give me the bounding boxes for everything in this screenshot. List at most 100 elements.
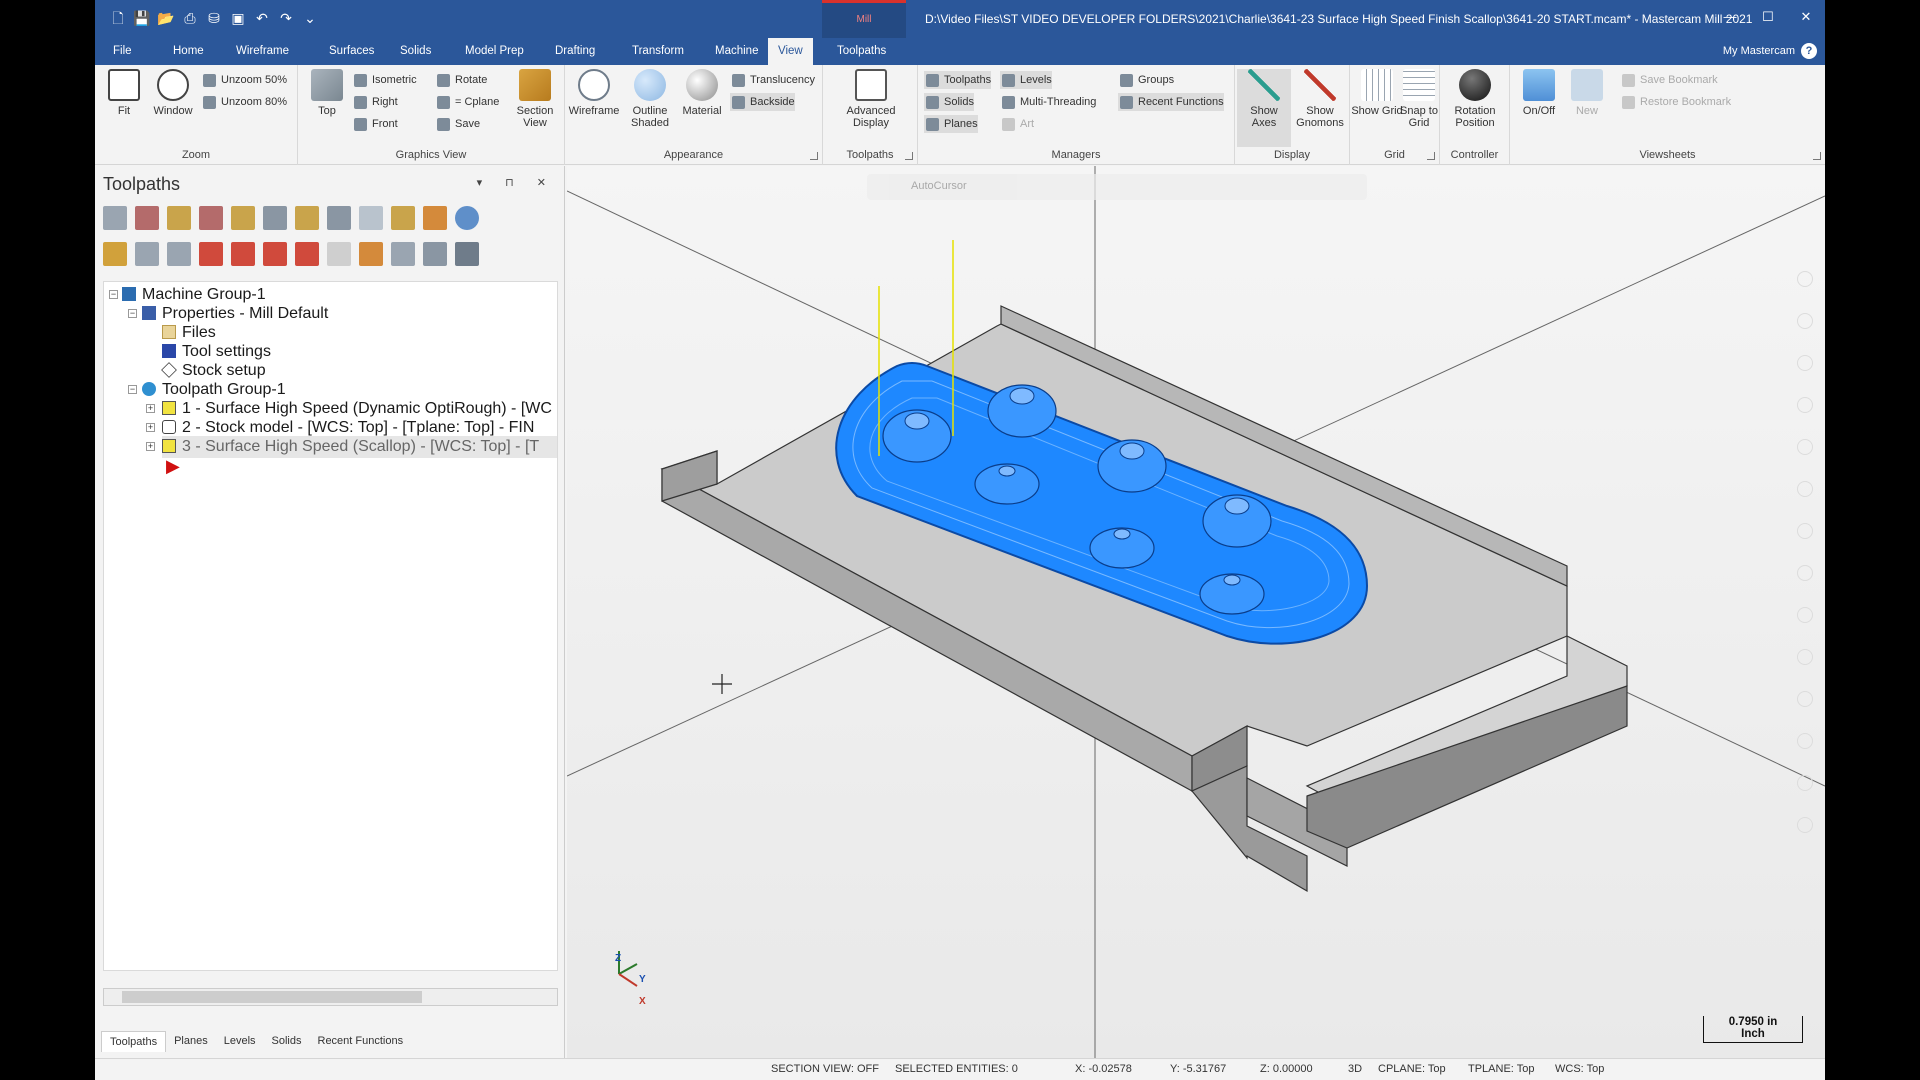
status-wcs[interactable]: WCS: Top — [1555, 1063, 1604, 1075]
select-all-icon[interactable] — [103, 206, 127, 230]
snap-to-grid-button[interactable]: Snap to Grid — [1392, 69, 1446, 129]
graphics-viewport[interactable]: Z Y X AutoCursor 0.7950 in Inch — [567, 166, 1825, 1058]
manager-art-toggle[interactable]: Art — [1000, 115, 1034, 133]
outline-shaded-button[interactable]: Outline Shaded — [623, 69, 677, 129]
merge-icon[interactable]: ▣ — [229, 9, 247, 27]
unzoom-80-button[interactable]: Unzoom 80% — [201, 93, 287, 111]
display-options-icon[interactable] — [391, 242, 415, 266]
status-cplane[interactable]: CPLANE: Top — [1378, 1063, 1446, 1075]
front-view-button[interactable]: Front — [352, 115, 398, 133]
collapse-icon[interactable]: − — [128, 309, 137, 318]
open-icon[interactable]: 📂 — [157, 9, 175, 27]
toolpath-filter-icon[interactable] — [423, 242, 447, 266]
tab-home[interactable]: Home — [163, 38, 214, 65]
tree-node-operation-3[interactable]: 3 - Surface High Speed (Scallop) - [WCS:… — [162, 436, 557, 458]
appearance-launcher-icon[interactable] — [810, 152, 818, 160]
mask-spline-icon[interactable] — [1797, 397, 1813, 413]
move-down-icon[interactable] — [199, 242, 223, 266]
expand-icon[interactable]: + — [146, 404, 155, 413]
collapse-icon[interactable]: − — [128, 385, 137, 394]
tab-machine[interactable]: Machine — [705, 38, 768, 65]
regenerate-icon[interactable] — [167, 206, 191, 230]
tab-view[interactable]: View — [768, 38, 813, 65]
tab-toolpaths[interactable]: Toolpaths — [827, 38, 896, 65]
undo-icon[interactable]: ↶ — [253, 9, 271, 27]
redo-icon[interactable]: ↷ — [277, 9, 295, 27]
show-axes-button[interactable]: Show Axes — [1237, 69, 1291, 147]
mask-color-icon[interactable] — [1797, 523, 1813, 539]
show-gnomons-button[interactable]: Show Gnomons — [1293, 69, 1347, 129]
tab-file[interactable]: File — [103, 38, 142, 65]
verify-icon[interactable] — [263, 206, 287, 230]
bottom-tab-planes[interactable]: Planes — [166, 1031, 216, 1052]
regenerate-dirty-icon[interactable] — [199, 206, 223, 230]
stock-icon[interactable] — [327, 206, 351, 230]
mask-wire-icon[interactable] — [1797, 313, 1813, 329]
tab-drafting[interactable]: Drafting — [545, 38, 605, 65]
mask-level-icon[interactable] — [1797, 733, 1813, 749]
mask-face-icon[interactable] — [1797, 607, 1813, 623]
grid-launcher-icon[interactable] — [1427, 152, 1435, 160]
material-button[interactable]: Material — [675, 69, 729, 117]
toolpaths-launcher-icon[interactable] — [905, 152, 913, 160]
my-mastercam-link[interactable]: My Mastercam — [1723, 45, 1795, 57]
bottom-tab-toolpaths[interactable]: Toolpaths — [101, 1031, 167, 1052]
mask-group-icon[interactable] — [1797, 691, 1813, 707]
save-bookmark-button[interactable]: Save Bookmark — [1620, 71, 1718, 89]
right-view-button[interactable]: Right — [352, 93, 398, 111]
manager-multithreading-toggle[interactable]: Multi-Threading — [1000, 93, 1096, 111]
expand-icon[interactable]: + — [146, 442, 155, 451]
new-file-icon[interactable]: 🗋 — [109, 9, 127, 27]
wireframe-button[interactable]: Wireframe — [567, 69, 621, 117]
mask-surface-icon[interactable] — [1797, 439, 1813, 455]
translucency-button[interactable]: Translucency — [730, 71, 815, 89]
maximize-icon[interactable]: ☐ — [1749, 0, 1787, 34]
scroll-arrow-icon[interactable] — [295, 242, 319, 266]
tab-model-prep[interactable]: Model Prep — [455, 38, 534, 65]
clear-mask-icon[interactable] — [1797, 817, 1813, 833]
bottom-tab-solids[interactable]: Solids — [264, 1031, 310, 1052]
g1-icon[interactable] — [359, 206, 383, 230]
save-as-icon[interactable]: ⛁ — [205, 9, 223, 27]
bottom-tab-recent-functions[interactable]: Recent Functions — [310, 1031, 412, 1052]
backplot-icon[interactable] — [231, 206, 255, 230]
advanced-display-button[interactable]: Advanced Display — [841, 69, 901, 129]
deselect-icon[interactable] — [135, 206, 159, 230]
only-display-selected-icon[interactable] — [327, 242, 351, 266]
save-icon[interactable]: 💾 — [133, 9, 151, 27]
manager-groups-toggle[interactable]: Groups — [1118, 71, 1174, 89]
insert-arrow-marker[interactable]: ▶ — [166, 455, 180, 477]
isometric-button[interactable]: Isometric — [352, 71, 417, 89]
viewsheets-launcher-icon[interactable] — [1813, 152, 1821, 160]
toggle-post-icon[interactable] — [167, 242, 191, 266]
manager-toolpaths-toggle[interactable]: Toolpaths — [924, 71, 992, 89]
help-toolpaths-icon[interactable] — [455, 206, 479, 230]
status-tplane[interactable]: TPLANE: Top — [1468, 1063, 1534, 1075]
only-display-icon[interactable] — [359, 242, 383, 266]
status-section-view[interactable]: SECTION VIEW: OFF — [771, 1063, 879, 1075]
mask-arc-icon[interactable] — [1797, 355, 1813, 371]
manager-recent-functions-toggle[interactable]: Recent Functions — [1118, 93, 1224, 111]
manager-levels-toggle[interactable]: Levels — [1000, 71, 1052, 89]
expand-icon[interactable]: + — [146, 423, 155, 432]
manager-planes-toggle[interactable]: Planes — [924, 115, 978, 133]
rotation-position-button[interactable]: Rotation Position — [1448, 69, 1502, 129]
section-view-button[interactable]: Section View — [508, 69, 562, 129]
mask-settings-icon[interactable] — [1797, 775, 1813, 791]
window-zoom-button[interactable]: Window — [146, 69, 200, 117]
restore-bookmark-button[interactable]: Restore Bookmark — [1620, 93, 1731, 111]
lock-icon[interactable] — [103, 242, 127, 266]
fit-button[interactable]: Fit — [97, 69, 151, 117]
mask-dimension-icon[interactable] — [1797, 481, 1813, 497]
help-icon[interactable]: ? — [1801, 43, 1817, 59]
toolpath-settings-icon[interactable] — [455, 242, 479, 266]
tree-horizontal-scrollbar[interactable] — [103, 988, 558, 1006]
viewsheets-onoff-button[interactable]: On/Off — [1512, 69, 1566, 117]
backside-button[interactable]: Backside — [730, 93, 795, 111]
tab-transform[interactable]: Transform — [622, 38, 694, 65]
manager-solids-toggle[interactable]: Solids — [924, 93, 974, 111]
new-viewsheet-button[interactable]: New — [1560, 69, 1614, 117]
tool-manager-icon[interactable] — [423, 206, 447, 230]
autocursor-toolbar[interactable]: AutoCursor — [867, 174, 1367, 200]
simulate-icon[interactable] — [295, 206, 319, 230]
